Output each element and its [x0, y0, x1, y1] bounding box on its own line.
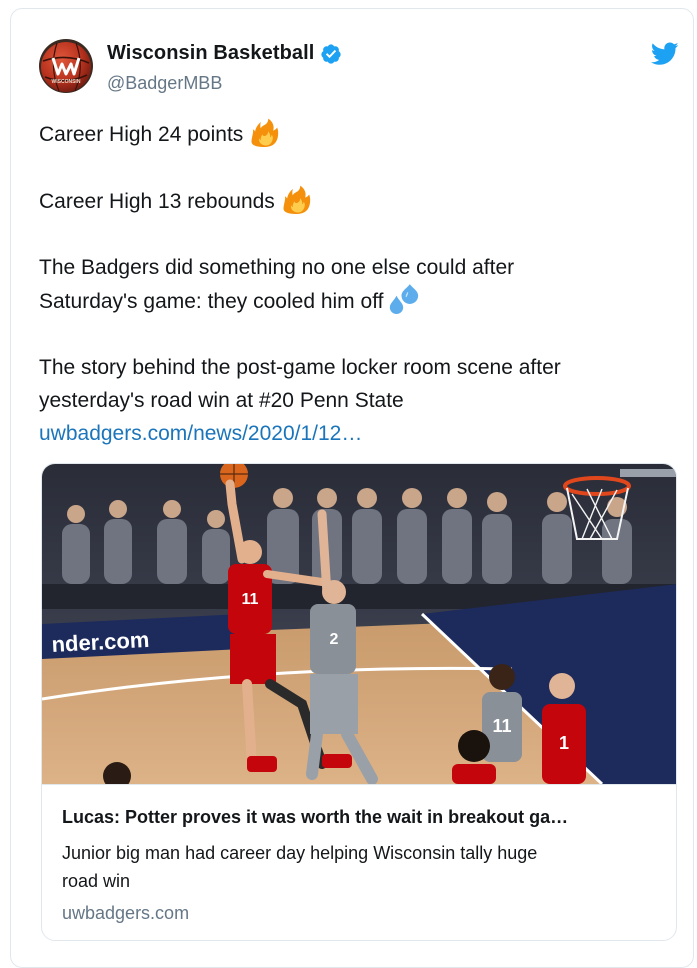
card-body[interactable]: Lucas: Potter proves it was worth the wa… — [42, 784, 676, 940]
tweet-link[interactable]: uwbadgers.com/news/2020/1/12… — [39, 422, 362, 445]
card-description-line: Junior big man had career day helping Wi… — [62, 843, 538, 863]
card-description-line: road win — [62, 871, 131, 891]
card-title[interactable]: Lucas: Potter proves it was worth the wa… — [62, 807, 662, 828]
tweet-line: The Badgers did something no one else co… — [39, 256, 515, 279]
avatar[interactable]: WISCONSIN — [39, 39, 93, 93]
svg-text:nder.com: nder.com — [51, 627, 150, 657]
wisconsin-basketball-logo-icon: WISCONSIN — [39, 39, 93, 93]
svg-text:WISCONSIN: WISCONSIN — [52, 79, 81, 85]
basketball-game-photo[interactable]: nder.com 11 2 11 1 — [42, 464, 677, 784]
tweet-line-text: Career High 24 points — [39, 123, 244, 146]
tweet-card[interactable]: WISCONSIN Wisconsin Basketball @BadgerMB… — [10, 8, 694, 968]
tweet-line: yesterday's road win at #20 Penn State — [39, 389, 404, 412]
svg-text:11: 11 — [492, 716, 511, 736]
tweet-line: Career High 24 points — [39, 117, 659, 151]
fire-emoji-icon — [251, 118, 279, 147]
twitter-bird-icon[interactable] — [651, 42, 679, 66]
verified-badge-icon — [321, 43, 342, 64]
tweet-text: Career High 24 points Career High 13 reb… — [39, 117, 659, 450]
svg-text:1: 1 — [559, 733, 569, 753]
author-name-row[interactable]: Wisconsin Basketball — [107, 42, 342, 65]
link-preview-card[interactable]: nder.com 11 2 11 1 Lucas: Potter proves … — [41, 463, 677, 941]
display-name[interactable]: Wisconsin Basketball — [107, 42, 314, 65]
tweet-line: Career High 13 rebounds — [39, 184, 659, 218]
tweet-line-text: Saturday's game: they cooled him off — [39, 290, 384, 313]
tweet-line: Saturday's game: they cooled him off — [39, 284, 659, 318]
card-description: Junior big man had career day helping Wi… — [62, 839, 642, 895]
author-handle[interactable]: @BadgerMBB — [107, 73, 222, 94]
svg-text:11: 11 — [242, 591, 259, 608]
svg-text:2: 2 — [330, 631, 339, 648]
tweet-line-text: Career High 13 rebounds — [39, 190, 275, 213]
tweet-line: uwbadgers.com/news/2020/1/12… — [39, 417, 659, 450]
fire-emoji-icon — [283, 185, 310, 214]
tweet-line: The story behind the post-game locker ro… — [39, 356, 561, 379]
sweat-droplets-emoji-icon — [390, 284, 419, 314]
card-domain[interactable]: uwbadgers.com — [62, 903, 189, 924]
